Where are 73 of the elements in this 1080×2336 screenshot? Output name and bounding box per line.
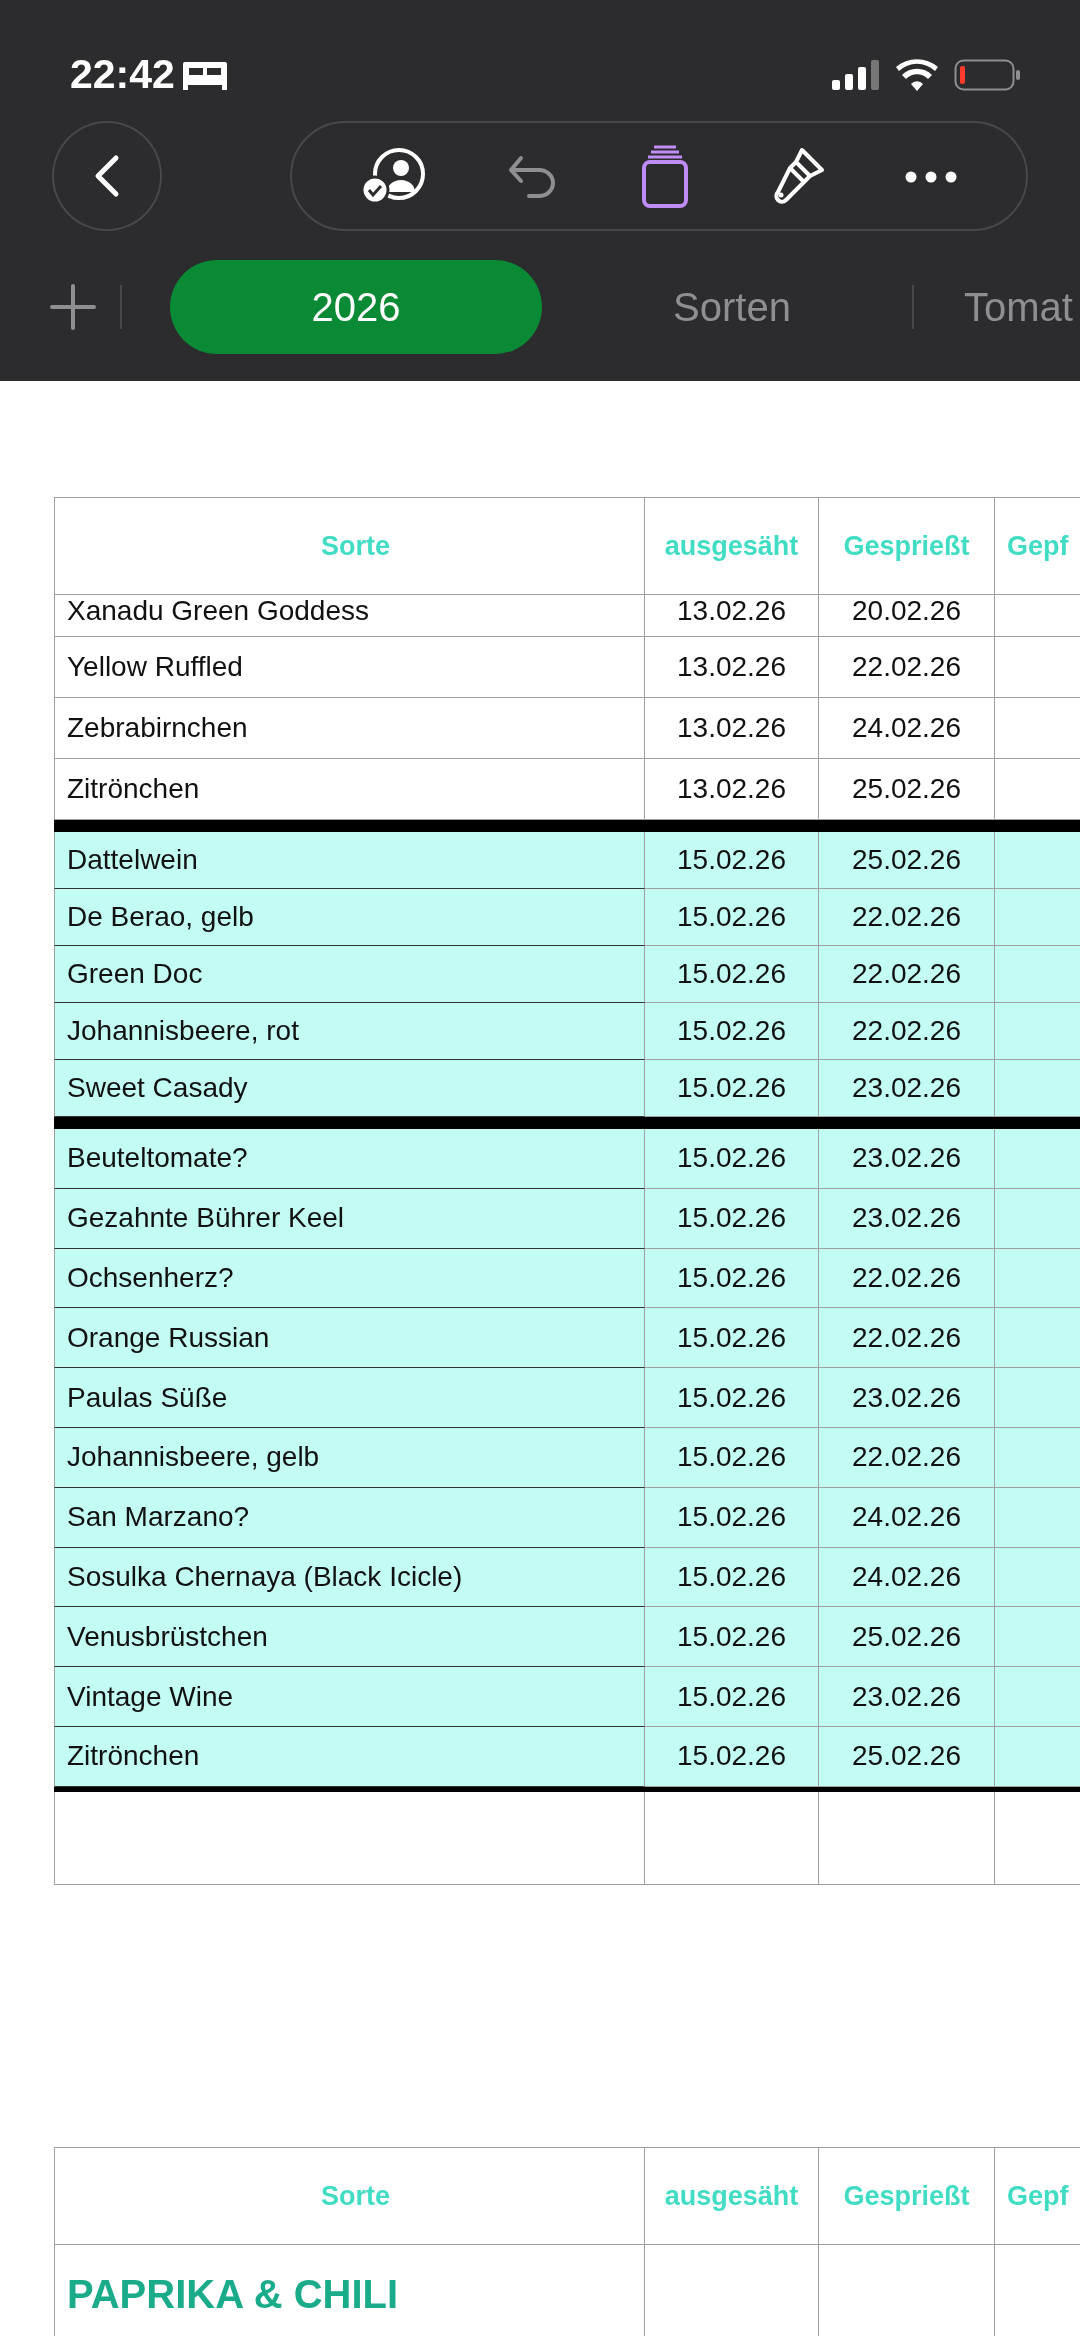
table-cell: 20.02.26 xyxy=(819,595,995,637)
table-cell: Zebrabirnchen xyxy=(54,698,645,759)
column-header: Gesprießt xyxy=(819,497,995,595)
table-cell: 24.02.26 xyxy=(819,698,995,759)
table-cell: Xanadu Green Goddess xyxy=(54,595,645,637)
column-header: Sorte xyxy=(54,2146,645,2245)
table-cell: Orange Russian xyxy=(54,1308,645,1369)
table-cell: 15.02.26 xyxy=(645,1547,819,1608)
table-cell: Green Doc xyxy=(54,946,645,1003)
column-header: Gepf xyxy=(995,497,1080,595)
table-cell: Vintage Wine xyxy=(54,1667,645,1727)
table-cell: 23.02.26 xyxy=(819,1129,995,1189)
table-cell: 15.02.26 xyxy=(645,1487,819,1548)
table-cell: 15.02.26 xyxy=(645,1003,819,1060)
column-header: ausgesäht xyxy=(645,497,819,595)
table-cell: 22.02.26 xyxy=(819,946,995,1003)
table-cell: 23.02.26 xyxy=(819,1188,995,1249)
table-cell: 24.02.26 xyxy=(819,1487,995,1548)
column-header: Sorte xyxy=(54,497,645,595)
bed-icon xyxy=(182,60,227,90)
column-header: Gepf xyxy=(995,2146,1080,2245)
table-cell: 15.02.26 xyxy=(645,1248,819,1309)
status-time: 22:42 xyxy=(70,50,175,100)
table-cell: 22.02.26 xyxy=(819,1248,995,1309)
table-cell: 15.02.26 xyxy=(645,1368,819,1428)
table-cell: 22.02.26 xyxy=(819,889,995,946)
table-cell: 25.02.26 xyxy=(819,1607,995,1668)
battery-icon xyxy=(954,59,1020,91)
table-cell: 24.02.26 xyxy=(819,1547,995,1608)
table-cell: 15.02.26 xyxy=(645,1667,819,1727)
table-cell: 15.02.26 xyxy=(645,889,819,946)
stack-icon[interactable] xyxy=(639,144,690,208)
table-cell: 13.02.26 xyxy=(645,637,819,698)
table-cell: 15.02.26 xyxy=(645,832,819,889)
table-cell: Zitrönchen xyxy=(54,1726,645,1787)
table-cell: Venusbrüstchen xyxy=(54,1607,645,1668)
wifi-icon xyxy=(896,59,938,91)
table-cell: 15.02.26 xyxy=(645,1428,819,1488)
table-cell: 15.02.26 xyxy=(645,946,819,1003)
table-cell: 15.02.26 xyxy=(645,1607,819,1668)
sheet-tab[interactable]: Sorten xyxy=(582,259,882,354)
table-cell: 25.02.26 xyxy=(819,832,995,889)
table-cell: Yellow Ruffled xyxy=(54,637,645,698)
section-title: PAPRIKA & CHILI xyxy=(54,2244,645,2336)
sheet-tab[interactable]: Tomat xyxy=(964,259,1073,354)
add-sheet-icon[interactable] xyxy=(50,283,96,330)
table-cell: Johannisbeere, rot xyxy=(54,1003,645,1060)
table-cell: 15.02.26 xyxy=(645,1188,819,1249)
table-cell: Ochsenherz? xyxy=(54,1248,645,1309)
table-cell: Dattelwein xyxy=(54,832,645,889)
table-cell: Gezahnte Bührer Keel xyxy=(54,1188,645,1249)
table-cell: 22.02.26 xyxy=(819,1003,995,1060)
table-cell: Beuteltomate? xyxy=(54,1129,645,1189)
table-cell: Johannisbeere, gelb xyxy=(54,1428,645,1488)
table-cell: 13.02.26 xyxy=(645,595,819,637)
table-cell: 22.02.26 xyxy=(819,637,995,698)
table-cell: 15.02.26 xyxy=(645,1726,819,1787)
table-cell: 22.02.26 xyxy=(819,1428,995,1488)
table-cell: 15.02.26 xyxy=(645,1308,819,1369)
table-cell: Paulas Süße xyxy=(54,1368,645,1428)
table-cell: 23.02.26 xyxy=(819,1368,995,1428)
table-cell: 15.02.26 xyxy=(645,1129,819,1189)
table-cell: 25.02.26 xyxy=(819,1726,995,1787)
signal-icon xyxy=(832,60,880,90)
column-header: ausgesäht xyxy=(645,2146,819,2245)
table-cell: 13.02.26 xyxy=(645,698,819,759)
table-cell: 23.02.26 xyxy=(819,1667,995,1727)
table-cell: De Berao, gelb xyxy=(54,889,645,946)
table-cell: San Marzano? xyxy=(54,1487,645,1548)
table-cell: 22.02.26 xyxy=(819,1308,995,1369)
sheet-tab[interactable]: 2026 xyxy=(170,259,542,354)
column-header: Gesprießt xyxy=(819,2146,995,2245)
table-cell: Sosulka Chernaya (Black Icicle) xyxy=(54,1547,645,1608)
